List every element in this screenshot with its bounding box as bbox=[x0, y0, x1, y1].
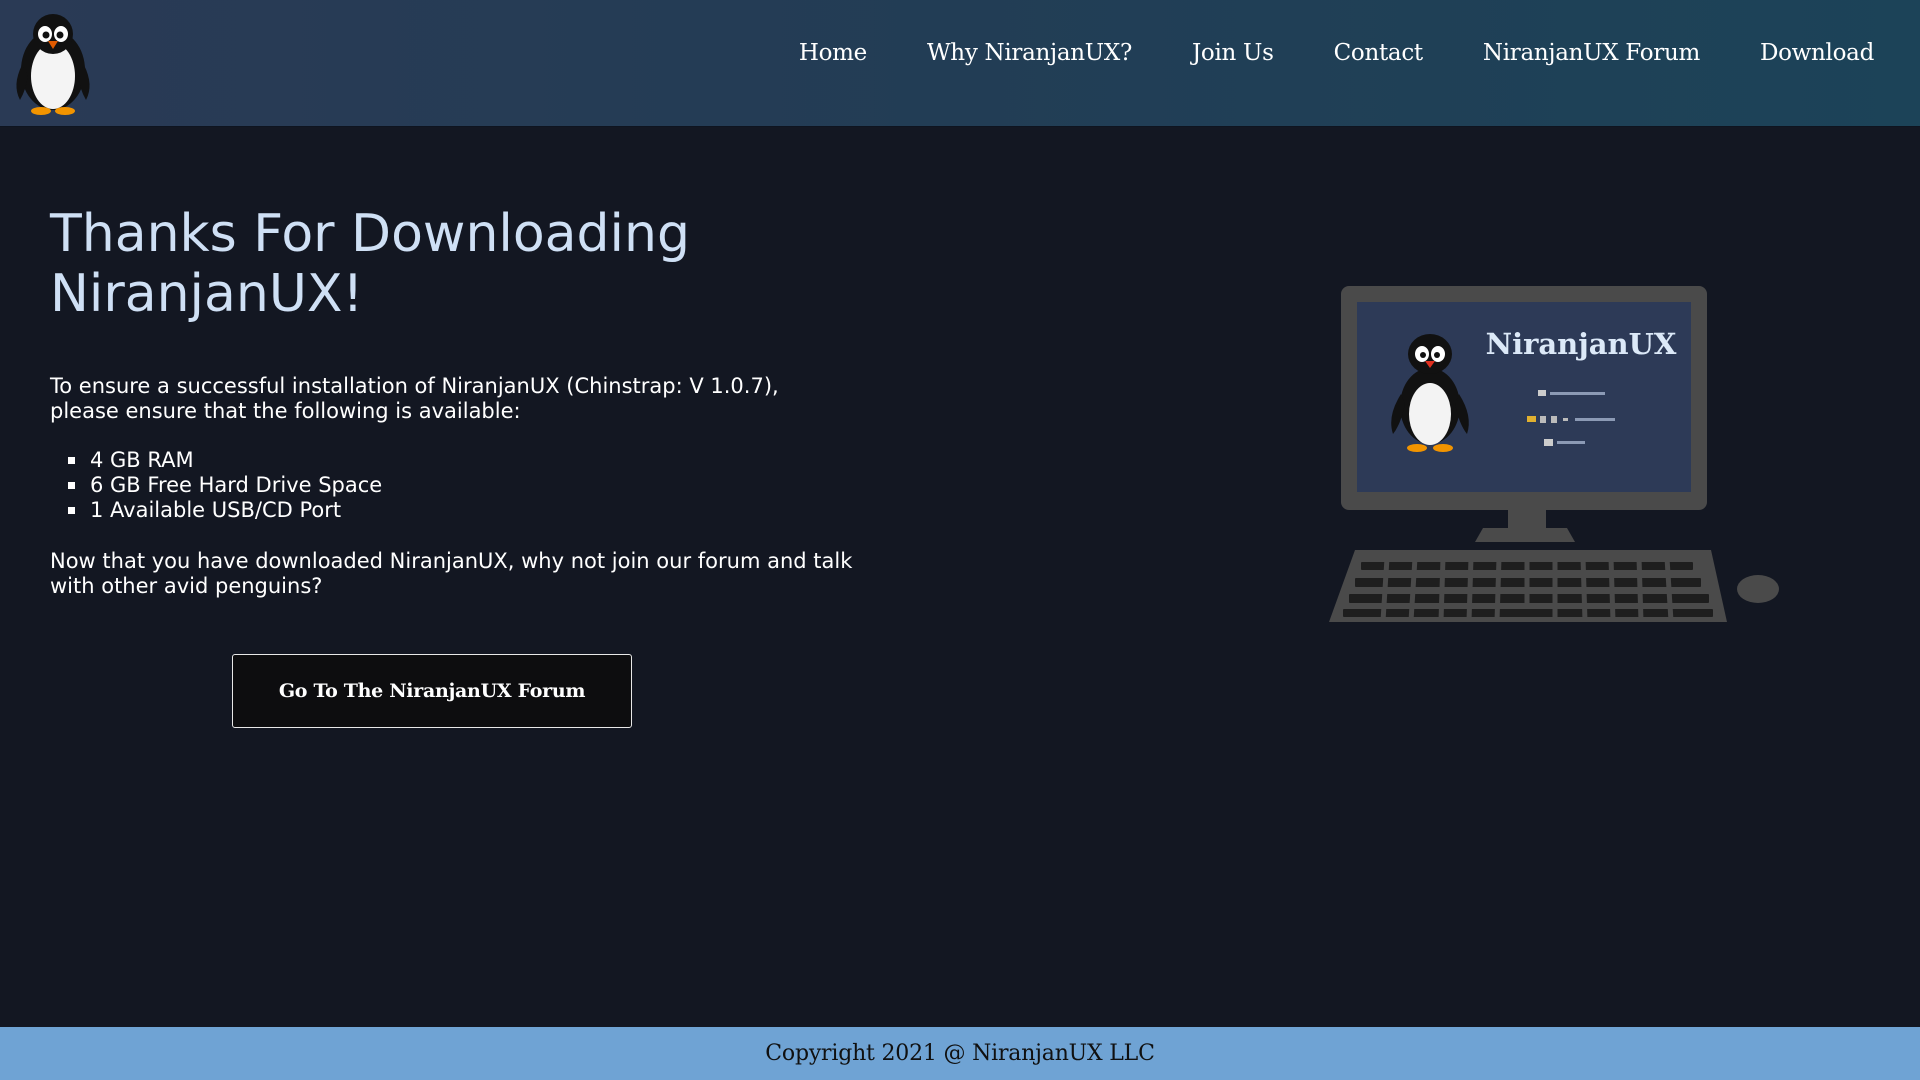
requirement-item: 6 GB Free Hard Drive Space bbox=[50, 473, 382, 498]
penguin-logo-icon[interactable] bbox=[10, 10, 96, 115]
requirements-list: 4 GB RAM 6 GB Free Hard Drive Space 1 Av… bbox=[50, 448, 382, 523]
mouse-icon bbox=[1737, 575, 1779, 603]
nav-home-link[interactable]: Home bbox=[799, 40, 867, 66]
requirement-item: 1 Available USB/CD Port bbox=[50, 498, 382, 523]
main-nav: Home Why NiranjanUX? Join Us Contact Nir… bbox=[739, 40, 1874, 66]
nav-why-link[interactable]: Why NiranjanUX? bbox=[927, 40, 1132, 66]
site-footer: Copyright 2021 @ NiranjanUX LLC bbox=[0, 1027, 1920, 1080]
copyright-text: Copyright 2021 @ NiranjanUX LLC bbox=[765, 1041, 1155, 1066]
forum-invite-text: Now that you have downloaded NiranjanUX,… bbox=[50, 549, 853, 598]
nav-forum-link[interactable]: NiranjanUX Forum bbox=[1483, 40, 1700, 66]
nav-contact-link[interactable]: Contact bbox=[1334, 40, 1424, 66]
go-to-forum-button[interactable]: Go To The NiranjanUX Forum bbox=[232, 654, 632, 728]
computer-illustration-icon: NiranjanUX bbox=[1329, 286, 1779, 622]
requirement-item: 4 GB RAM bbox=[50, 448, 382, 473]
install-intro-text: To ensure a successful installation of N… bbox=[50, 374, 779, 423]
main-content: Thanks For Downloading NiranjanUX! To en… bbox=[0, 128, 1920, 1026]
screen-brand-text: NiranjanUX bbox=[1486, 327, 1677, 361]
nav-download-link[interactable]: Download bbox=[1760, 40, 1874, 66]
nav-join-link[interactable]: Join Us bbox=[1192, 40, 1274, 66]
page-title: Thanks For Downloading NiranjanUX! bbox=[50, 204, 690, 324]
site-header: Home Why NiranjanUX? Join Us Contact Nir… bbox=[0, 0, 1920, 127]
